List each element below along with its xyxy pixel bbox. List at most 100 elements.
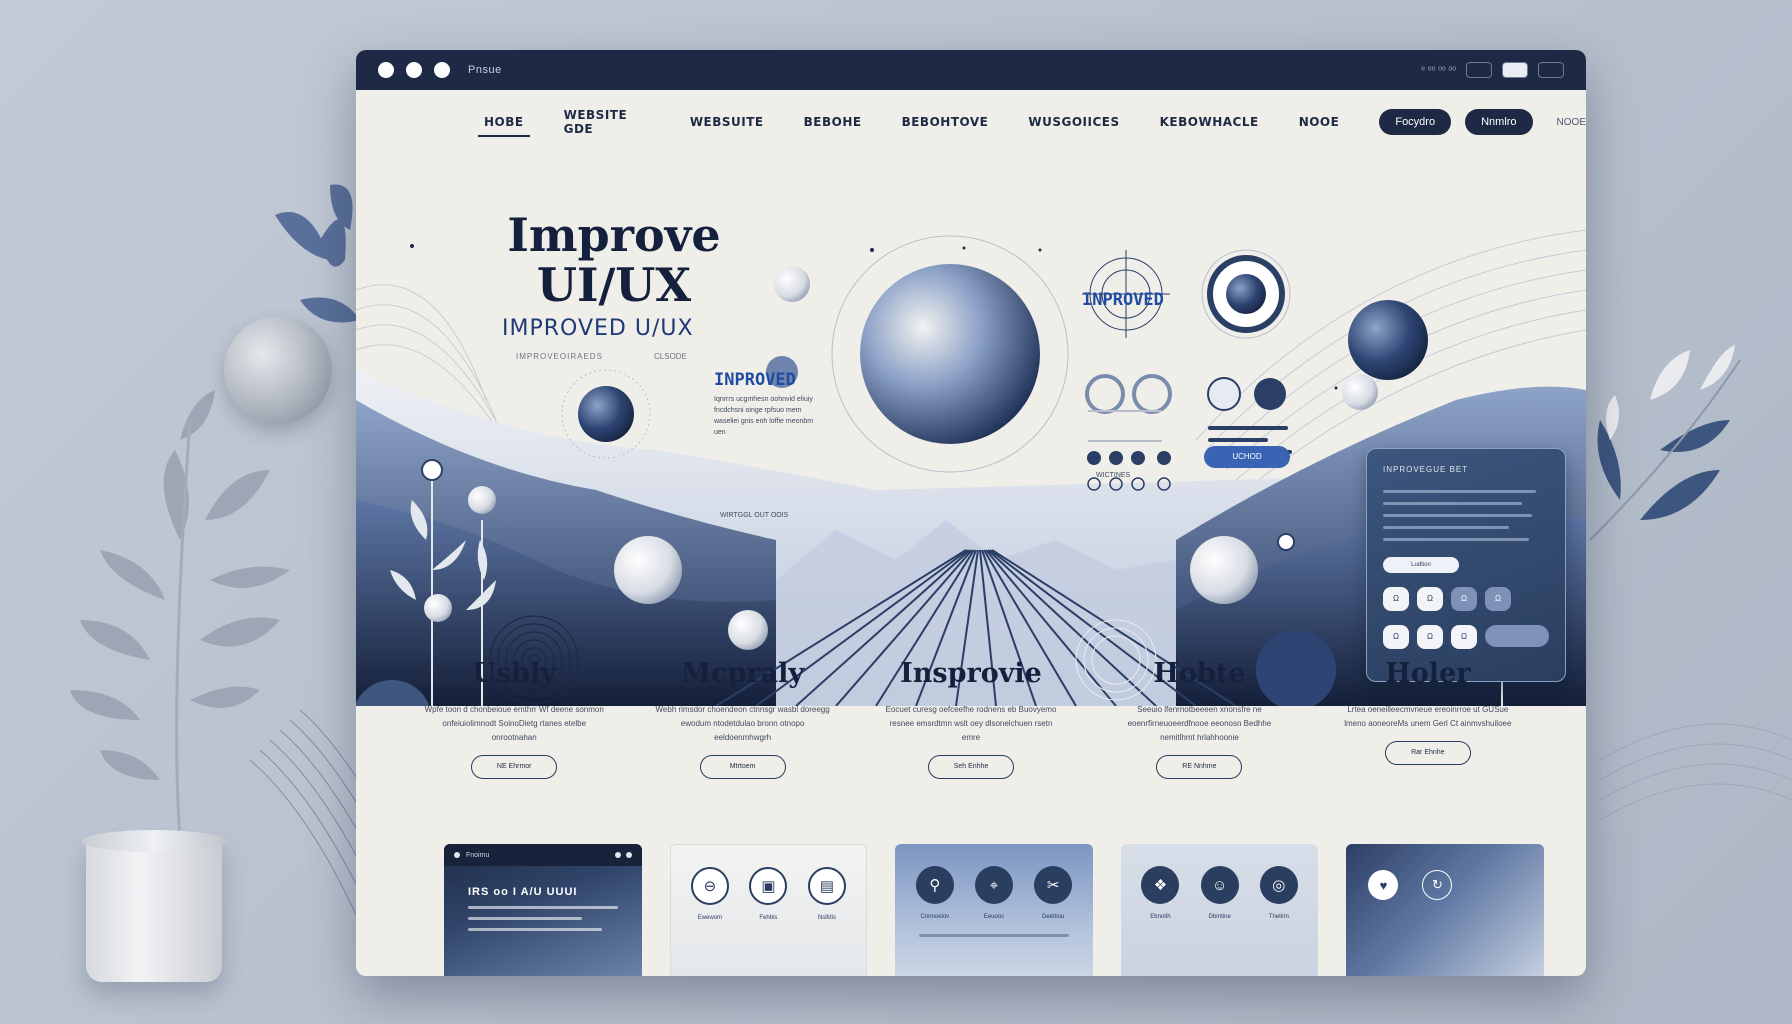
card-dot: [614, 852, 621, 858]
preview-card-icons-2[interactable]: ⚲ Cnnnoelov ⌖ Eeuoos ✂ Deettiou: [895, 844, 1093, 976]
hero-caption: IMPROVEOIRAEDS: [516, 352, 603, 361]
nav-item-website-gde[interactable]: WEBSITE GDE: [564, 108, 650, 136]
hero-title: Improve UI/UX: [507, 208, 721, 312]
card-line: [468, 928, 602, 931]
window-maximize-dot[interactable]: [434, 62, 450, 78]
heart-icon[interactable]: ♥: [1368, 870, 1399, 900]
badge-icon[interactable]: ❖: [1141, 866, 1180, 904]
card-header: Fnoimu: [444, 844, 642, 866]
feature-button[interactable]: NE Ehrmor: [471, 755, 558, 779]
nav-small-link[interactable]: NOOE: [1557, 117, 1586, 128]
browser-window: Pnsue ᵉ ᵒᵒ ᵒᵒ ᵒᵒ HOBE WEBSITE GDE WEBSUI…: [356, 50, 1586, 976]
nav-item-bebohe[interactable]: BEBOHE: [804, 115, 862, 129]
nav-item-kebowhacle[interactable]: KEBOWHACLE: [1160, 115, 1259, 129]
eye-icon[interactable]: [1502, 62, 1528, 78]
feature-column: Insprovie Eocuet curesg oefceefhe rodnen…: [857, 640, 1085, 820]
menu-icon[interactable]: [1538, 62, 1564, 78]
nav-item-bebohtove[interactable]: BEBOHTOVE: [902, 115, 989, 129]
card-icon-label: Cnnnoelov: [920, 914, 950, 920]
swirl-icon[interactable]: ↻: [1422, 870, 1453, 900]
hero-card-chip[interactable]: Ω: [1383, 587, 1409, 611]
nav-pill-button-2[interactable]: Nnmlro: [1465, 109, 1533, 135]
document-icon[interactable]: ▤: [807, 867, 846, 905]
features-section: Usbly Wpfe toon d chonbeioue emthrr Wf d…: [356, 640, 1586, 820]
hero-right-caption: WICTINES: [1096, 472, 1131, 479]
window-close-dot[interactable]: [378, 62, 394, 78]
feature-column: Usbly Wpfe toon d chonbeioue emthrr Wf d…: [400, 640, 628, 820]
feature-column: Holer Lrtea oeneilleecmvneue ereoinrroe …: [1314, 640, 1542, 820]
main-nav: HOBE WEBSITE GDE WEBSUITE BEBOHE BEBOHTO…: [356, 90, 1586, 154]
card-icon-label: Thetirin: [1268, 914, 1289, 920]
card-icon-label: Ewewom: [697, 915, 723, 921]
card-bar: [919, 934, 1069, 937]
plant-pot: [82, 830, 226, 982]
hero-card-line: [1383, 526, 1510, 529]
feature-button[interactable]: Seh Enhhe: [928, 755, 1015, 779]
decorative-sphere: [224, 316, 332, 424]
feature-text: Seeuio lfenrnotbeeeen xnonsfre ne eoenrf…: [1127, 705, 1272, 742]
title-bar: Pnsue ᵉ ᵒᵒ ᵒᵒ ᵒᵒ: [356, 50, 1586, 90]
hero-cta-button[interactable]: UCHOD: [1204, 446, 1290, 468]
feature-title: Usbly: [472, 658, 556, 689]
card-header-title: Fnoimu: [466, 851, 490, 859]
hero-card-button[interactable]: Ludtion: [1383, 557, 1459, 573]
card-icon-label: Ebnotih: [1150, 914, 1171, 920]
feature-text: Webh rimsdor choendeon ctnnsgr wasbl dor…: [655, 705, 830, 742]
hero-card-chip[interactable]: Ω: [1485, 587, 1511, 611]
card-line: [468, 917, 582, 920]
hero-card-line: [1383, 490, 1536, 493]
nav-item-websuite[interactable]: WEBSUITE: [690, 115, 764, 129]
window-title: Pnsue: [468, 64, 502, 76]
titlebar-text: ᵉ ᵒᵒ ᵒᵒ ᵒᵒ: [1421, 64, 1456, 76]
link-icon[interactable]: ⊖: [690, 867, 729, 905]
preview-card-icons-1[interactable]: ⊖ Ewewom ▣ Fehbis ▤ Nslfdis: [669, 844, 868, 976]
tab-icon[interactable]: [1466, 62, 1492, 78]
feature-title: Insprovie: [900, 658, 1042, 689]
card-icon-label: Dbmtine: [1208, 914, 1231, 920]
feature-title: Mcpraly: [681, 658, 805, 689]
preview-card-gloss[interactable]: ♥ ↻: [1346, 844, 1545, 976]
feature-column: Hobte Seeuio lfenrnotbeeeen xnonsfre ne …: [1085, 640, 1313, 820]
nav-item-wusgoiices[interactable]: WUSGOIICES: [1028, 115, 1119, 129]
window-icon[interactable]: ▣: [749, 867, 788, 905]
improved-center-text: Iqnrrrs ucgmhesn oohnvid eliuiy fncdchsn…: [714, 396, 814, 436]
preview-card-icons-3[interactable]: ❖ Ebnotih ☺ Dbmtine ◎ Thetirin: [1120, 844, 1319, 976]
feature-button[interactable]: Rar Ehnhe: [1384, 741, 1471, 765]
hero-card-chip[interactable]: Ω: [1451, 587, 1477, 611]
improved-label-center: INPROVED: [714, 370, 796, 390]
nav-item-home[interactable]: HOBE: [478, 115, 530, 137]
card-line: [468, 906, 618, 909]
hero-section: Improve UI/UX IMPROVED U/UX IMPROVEOIRAE…: [356, 140, 1586, 706]
hero-subtitle: IMPROVED U/UX: [502, 316, 694, 341]
chart-icon[interactable]: ⌖: [975, 866, 1014, 904]
pin-icon[interactable]: ⚲: [915, 866, 954, 904]
card-icon-label: Fehbis: [759, 915, 778, 921]
card-icon-label: Eeuoos: [983, 914, 1005, 920]
globe-icon[interactable]: ◎: [1259, 866, 1298, 904]
card-icon-label: Deettiou: [1042, 914, 1065, 920]
feature-text: Eocuet curesg oefceefhe rodnens eb Buovy…: [885, 705, 1057, 742]
hero-mid-caption: WIRTGGL OUT OOIS: [720, 512, 789, 519]
hero-card-chip-row: Ω Ω Ω Ω: [1383, 587, 1549, 611]
nav-item-nooe[interactable]: NOOE: [1299, 115, 1340, 129]
preview-card-dark[interactable]: Fnoimu IRS oo I A/U UUUI: [444, 844, 642, 976]
hero-card-title: INPROVEGUE BET: [1383, 465, 1469, 474]
feature-text: Lrtea oeneilleecmvneue ereoinrroe ut GUS…: [1344, 705, 1512, 728]
feature-column: Mcpraly Webh rimsdor choendeon ctnnsgr w…: [628, 640, 856, 820]
improved-label-right: INPROVED: [1082, 290, 1164, 310]
window-minimize-dot[interactable]: [406, 62, 422, 78]
nav-pill-button-1[interactable]: Focydro: [1379, 109, 1452, 135]
hero-card-line: [1383, 514, 1533, 517]
hero-card-line: [1383, 538, 1530, 541]
card-dot: [454, 852, 460, 858]
feature-button[interactable]: RE Nnhme: [1156, 755, 1243, 779]
feature-title: Hobte: [1153, 658, 1246, 689]
people-icon[interactable]: ☺: [1200, 866, 1239, 904]
feature-text: Wpfe toon d chonbeioue emthrr Wf deene s…: [424, 705, 604, 742]
feature-button[interactable]: Mtrtoem: [699, 755, 786, 779]
feature-title: Holer: [1385, 658, 1471, 689]
card-icon-label: Nslfdis: [817, 915, 836, 921]
preview-cards: Fnoimu IRS oo I A/U UUUI ⊖ Ewewom ▣ Fehb…: [444, 844, 1545, 976]
hero-card-chip[interactable]: Ω: [1417, 587, 1443, 611]
scissors-icon[interactable]: ✂: [1034, 866, 1073, 904]
